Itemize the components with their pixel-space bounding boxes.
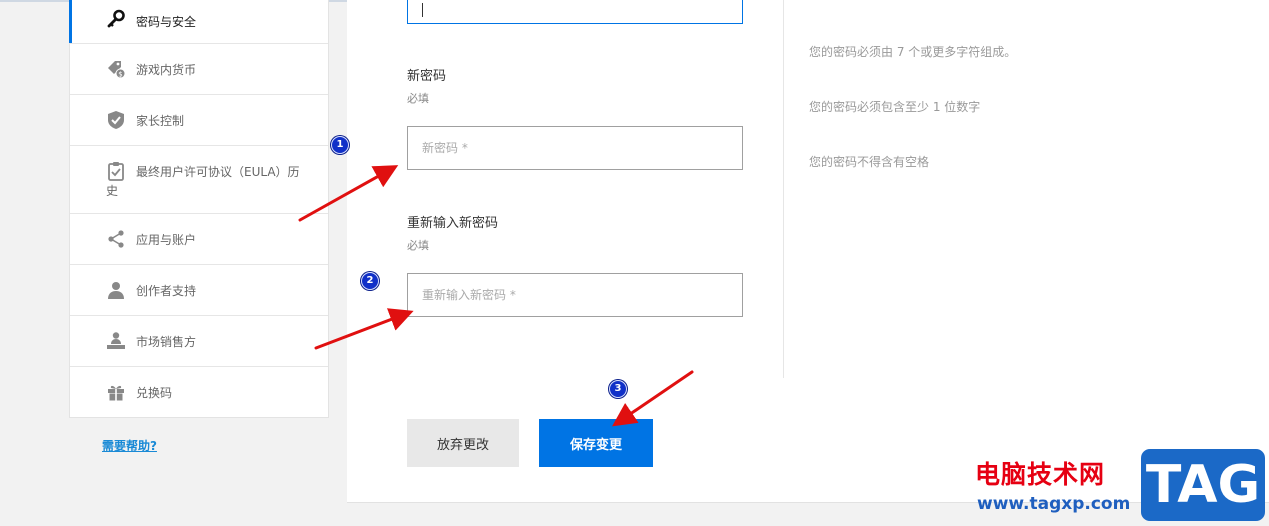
watermark-tag-logo: TAG bbox=[1141, 449, 1265, 521]
watermark-title: 电脑技术网 bbox=[975, 460, 1106, 489]
annotation-arrows bbox=[298, 165, 694, 427]
watermark-url: www.tagxp.com bbox=[977, 494, 1131, 514]
annotation-badge-3: 3 bbox=[609, 380, 627, 398]
annotation-arrow-2 bbox=[314, 308, 414, 350]
annotation-badge-1: 1 bbox=[331, 136, 349, 154]
annotation-arrow-1 bbox=[298, 165, 399, 222]
annotation-badge-2: 2 bbox=[361, 272, 379, 290]
annotation-arrow-3 bbox=[612, 370, 694, 427]
